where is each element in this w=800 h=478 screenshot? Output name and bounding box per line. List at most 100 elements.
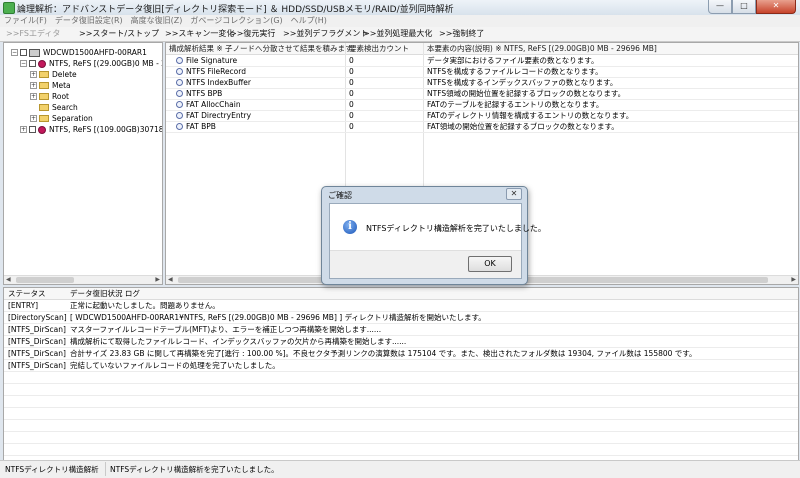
collapse-icon[interactable]: −	[20, 60, 27, 67]
parallel-defrag-button[interactable]: >>並列デフラグメント	[283, 28, 368, 40]
tree-folder-node[interactable]: Search	[39, 102, 78, 113]
log-status: [NTFS_DirScan]	[8, 361, 66, 370]
element-icon	[176, 68, 183, 75]
maximize-button[interactable]: □	[732, 0, 756, 14]
window-controls: — □ ✕	[708, 0, 796, 14]
scroll-left-icon[interactable]: ◀	[168, 276, 173, 284]
row-description: データ実部におけるファイル要素の数となります。	[427, 56, 599, 65]
folder-label: Meta	[52, 81, 71, 90]
log-detail: マスターファイルレコードテーブル(MFT)より、エラーを補正しつつ再構築を開始し…	[70, 325, 382, 334]
app-icon	[3, 2, 15, 14]
scroll-right-icon[interactable]: ▶	[791, 276, 796, 284]
status-task: NTFSディレクトリ構造解析	[5, 465, 99, 474]
menu-garbage-collection[interactable]: ガベージコレクション(G)	[186, 15, 286, 27]
header-status[interactable]: ステータス	[8, 288, 46, 299]
grid-header: 構成解析結果 ※ 子ノードへ分散させて結果を積みます。 要素検出カウント 本要素…	[166, 43, 798, 55]
header-count[interactable]: 要素検出カウント	[349, 43, 409, 54]
disk-checkbox[interactable]	[20, 49, 27, 56]
minimize-button[interactable]: —	[708, 0, 732, 14]
row-count: 0	[349, 78, 354, 87]
header-item[interactable]: 構成解析結果 ※ 子ノードへ分散させて結果を積みます。	[169, 43, 359, 54]
scrollbar-thumb[interactable]	[16, 277, 74, 283]
row-count: 0	[349, 56, 354, 65]
tree-volume-node[interactable]: − NTFS, ReFS [(29.00GB)0 MB - 29696 MB]	[20, 58, 162, 69]
volume-label: NTFS, ReFS [(109.00GB)30718 MB - 141310 …	[49, 125, 163, 134]
log-detail: 合計サイズ 23.83 GB に関して再構築を完了[進行 : 100.00 %]…	[70, 349, 697, 358]
expand-icon[interactable]: +	[30, 93, 37, 100]
restore-run-button[interactable]: >>復元実行	[230, 28, 275, 40]
element-icon	[176, 57, 183, 64]
volume-checkbox[interactable]	[29, 126, 36, 133]
table-row[interactable]: FAT BPB 0 FAT領域の開始位置を記録するブロックの数となります。	[166, 121, 798, 133]
row-name: NTFS IndexBuffer	[186, 78, 251, 87]
row-description: NTFS領域の開始位置を記録するブロックの数となります。	[427, 89, 626, 98]
header-log[interactable]: データ復旧状況 ログ	[70, 288, 140, 299]
tree-folder-node[interactable]: + Delete	[30, 69, 77, 80]
log-detail: [ WDCWD1500AHFD-00RAR1¥NTFS, ReFS [(29.0…	[70, 313, 486, 322]
expand-icon[interactable]: +	[30, 82, 37, 89]
empty-row	[4, 432, 798, 444]
hard-drive-icon	[29, 48, 40, 57]
tree-folder-node[interactable]: + Meta	[30, 80, 71, 91]
fs-editor-button[interactable]: >>FSエディタ	[6, 28, 60, 40]
log-row[interactable]: [NTFS_DirScan] 構成解析にて取得したファイルレコード、インデックス…	[4, 336, 798, 348]
dialog-close-button[interactable]: ✕	[506, 188, 522, 200]
scroll-right-icon[interactable]: ▶	[155, 276, 160, 284]
empty-row	[4, 384, 798, 396]
tree-disk-node[interactable]: − WDCWD1500AHFD-00RAR1	[11, 47, 147, 58]
log-row[interactable]: [NTFS_DirScan] 合計サイズ 23.83 GB に関して再構築を完了…	[4, 348, 798, 360]
log-status: [NTFS_DirScan]	[8, 325, 66, 334]
volume-label: NTFS, ReFS [(29.00GB)0 MB - 29696 MB]	[49, 59, 162, 68]
log-row[interactable]: [NTFS_DirScan] マスターファイルレコードテーブル(MFT)より、エ…	[4, 324, 798, 336]
tree-horizontal-scrollbar[interactable]: ◀ ▶	[4, 275, 162, 284]
row-count: 0	[349, 67, 354, 76]
log-row[interactable]: [DirectoryScan] [ WDCWD1500AHFD-00RAR1¥N…	[4, 312, 798, 324]
row-name: FAT BPB	[186, 122, 216, 131]
menu-file[interactable]: ファイル(F)	[0, 15, 51, 27]
collapse-icon[interactable]: −	[11, 49, 18, 56]
row-description: FATのディレクトリ情報を構成するエントリの数となります。	[427, 111, 634, 120]
empty-row	[4, 420, 798, 432]
status-divider	[105, 462, 106, 476]
menu-recovery-settings[interactable]: データ復旧設定(R)	[51, 15, 127, 27]
tree-folder-node[interactable]: + Separation	[30, 113, 93, 124]
volume-checkbox[interactable]	[29, 60, 36, 67]
force-end-button[interactable]: >>強制終了	[439, 28, 484, 40]
expand-icon[interactable]: +	[20, 126, 27, 133]
row-name: FAT DirectryEntry	[186, 111, 252, 120]
element-icon	[176, 90, 183, 97]
dialog-title: ご確認	[328, 191, 352, 200]
expand-icon[interactable]: +	[30, 115, 37, 122]
confirm-dialog: ご確認 ✕ i NTFSディレクトリ構造解析を完了いたしました。 OK	[321, 186, 546, 285]
log-status: [ENTRY]	[8, 301, 39, 310]
log-detail: 正常に起動いたしました。問題ありません。	[70, 301, 220, 310]
log-row[interactable]: [NTFS_DirScan] 完結していないファイルレコードの処理を完了いたしま…	[4, 360, 798, 372]
tree-volume-node[interactable]: + NTFS, ReFS [(109.00GB)30718 MB - 14131…	[20, 124, 163, 135]
element-icon	[176, 101, 183, 108]
ok-button[interactable]: OK	[468, 256, 512, 272]
title-bar: 論理解析：アドバンストデータ復旧[ディレクトリ探索モード] ＆ HDD/SSD/…	[0, 0, 800, 16]
header-description[interactable]: 本要素の内容(説明) ※ NTFS, ReFS [(29.00GB)0 MB -…	[427, 43, 657, 54]
folder-icon	[39, 115, 49, 122]
close-button[interactable]: ✕	[756, 0, 796, 14]
row-description: NTFSを構成するファイルレコードの数となります。	[427, 67, 603, 76]
row-name: FAT AllocChain	[186, 100, 241, 109]
log-status: [DirectoryScan]	[8, 313, 67, 322]
element-icon	[176, 123, 183, 130]
element-icon	[176, 79, 183, 86]
row-name: NTFS FileRecord	[186, 67, 246, 76]
start-stop-button[interactable]: >>スタート/ストップ	[79, 28, 159, 40]
empty-row	[4, 408, 798, 420]
scroll-left-icon[interactable]: ◀	[6, 276, 11, 284]
parallel-optimize-button[interactable]: >>並列処理最大化	[363, 28, 432, 40]
tree-folder-node[interactable]: + Root	[30, 91, 69, 102]
empty-row	[4, 444, 798, 456]
menu-advanced-recovery[interactable]: 高度な復旧(Z)	[127, 15, 187, 27]
scan-change-button[interactable]: >>スキャン一変化	[165, 28, 234, 40]
expand-icon[interactable]: +	[30, 71, 37, 78]
menu-help[interactable]: ヘルプ(H)	[287, 15, 331, 27]
folder-label: Search	[52, 103, 78, 112]
folder-label: Separation	[52, 114, 93, 123]
log-row[interactable]: [ENTRY] 正常に起動いたしました。問題ありません。	[4, 300, 798, 312]
volume-icon	[38, 125, 46, 134]
